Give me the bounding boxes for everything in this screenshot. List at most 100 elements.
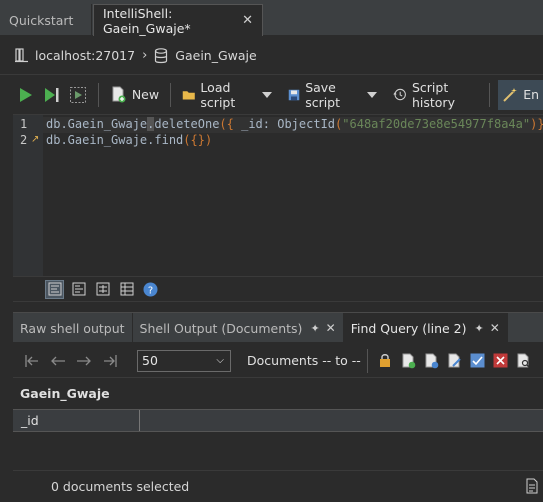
clone-document-button[interactable]	[420, 350, 443, 372]
help-button[interactable]: ?	[141, 280, 160, 299]
run-button[interactable]	[14, 81, 36, 109]
close-tab-icon[interactable]: ✕	[490, 321, 500, 335]
tab-label: Quickstart	[9, 12, 74, 28]
play-icon	[20, 87, 32, 102]
script-history-label: Script history	[411, 79, 455, 110]
run-selection-button[interactable]	[66, 81, 90, 109]
add-document-button[interactable]	[397, 350, 420, 372]
code-view-icon	[48, 282, 61, 296]
tab-label: Find Query (line 2)	[350, 320, 467, 336]
code-line-2: db.Gaein_Gwaje.find({})	[46, 133, 212, 147]
document-view-icon	[72, 282, 85, 296]
document-range: Documents -- to --	[247, 353, 361, 368]
enterprise-label: En	[523, 87, 540, 102]
history-icon	[393, 88, 407, 101]
delete-document-button[interactable]	[489, 350, 512, 372]
view-mode-button[interactable]	[45, 279, 64, 299]
chevron-down-icon: ⌵	[216, 355, 224, 366]
output-tab-bar: Raw shell output Shell Output (Documents…	[13, 312, 543, 343]
tab-raw-shell-output[interactable]: Raw shell output	[13, 313, 133, 343]
next-page-button[interactable]	[71, 350, 97, 372]
last-page-icon	[104, 354, 117, 367]
table-view-icon	[120, 282, 133, 296]
folder-icon	[182, 90, 195, 100]
lock-icon	[380, 354, 391, 367]
line-number: 1	[20, 117, 28, 131]
results-grid-body[interactable]	[13, 432, 543, 470]
new-label: New	[131, 87, 160, 102]
code-line-1: db.Gaein_Gwaje.deleteOne({ _id: ObjectId…	[46, 117, 543, 131]
page-size-select[interactable]: 50 ⌵	[137, 349, 231, 372]
breadcrumb: localhost:27017 › Gaein_Gwaje	[0, 37, 543, 75]
toolbar-divider	[366, 348, 368, 373]
selection-play-icon	[70, 86, 86, 103]
column-header-id[interactable]: _id	[13, 410, 140, 431]
pin-icon[interactable]: ✦	[475, 322, 484, 335]
delete-icon	[493, 353, 508, 368]
first-page-icon	[25, 354, 38, 367]
last-page-button[interactable]	[97, 350, 123, 372]
view-mode-button[interactable]	[117, 280, 136, 299]
editor-tab-bar: Quickstart IntelliShell: Gaein_Gwaje* ✕	[0, 0, 543, 36]
results-grid-header: _id	[13, 409, 543, 432]
chevron-right-icon: ›	[142, 48, 148, 63]
code-punctuation: )})	[530, 117, 543, 131]
script-history-button[interactable]: Script history	[390, 79, 481, 110]
code-collection: db.Gaein_Gwaje	[46, 117, 148, 131]
save-script-label: Save script	[305, 79, 341, 110]
svg-text:?: ?	[148, 285, 153, 296]
load-script-label: Load script	[200, 79, 236, 110]
previous-page-button[interactable]	[45, 350, 71, 372]
editor-view-toolbar: ?	[13, 276, 543, 302]
server-icon	[14, 48, 29, 63]
status-bar: 0 documents selected	[13, 470, 543, 502]
code-string: "648af20de73e8e54977f8a4a"	[342, 117, 531, 131]
code-collection: db.Gaein_Gwaje.find	[46, 133, 184, 147]
clone-document-icon	[425, 353, 439, 368]
view-mode-button[interactable]	[69, 280, 88, 299]
toolbar-divider	[98, 82, 99, 107]
chevron-down-icon[interactable]	[367, 91, 378, 98]
run-statement-button[interactable]	[40, 81, 64, 109]
breadcrumb-server[interactable]: localhost:27017	[35, 48, 135, 63]
line-number: 2	[20, 133, 28, 147]
breadcrumb-database[interactable]: Gaein_Gwaje	[175, 48, 256, 63]
script-toolbar: New Load script Save script Script histo…	[0, 76, 543, 113]
tab-intellishell[interactable]: IntelliShell: Gaein_Gwaje* ✕	[93, 4, 263, 36]
chevron-down-icon[interactable]	[262, 91, 273, 98]
tab-label: Raw shell output	[20, 320, 125, 336]
collection-title: Gaein_Gwaje	[20, 386, 110, 401]
query-document-button[interactable]	[512, 350, 535, 372]
tab-find-query[interactable]: Find Query (line 2) ✦ ✕	[343, 313, 508, 343]
tab-label: IntelliShell: Gaein_Gwaje*	[103, 5, 191, 36]
edit-document-button[interactable]	[443, 350, 466, 372]
new-script-button[interactable]: New	[107, 81, 162, 109]
code-method: deleteOne	[154, 117, 220, 131]
toolbar-divider	[170, 82, 171, 107]
close-tab-icon[interactable]: ✕	[242, 13, 253, 28]
edit-document-icon	[448, 353, 461, 367]
first-page-button[interactable]	[19, 350, 45, 372]
lock-button[interactable]	[374, 350, 397, 372]
view-mode-button[interactable]	[93, 280, 112, 299]
document-icon	[526, 478, 538, 494]
load-script-button[interactable]: Load script	[179, 79, 275, 110]
tab-shell-output-documents[interactable]: Shell Output (Documents) ✦ ✕	[133, 313, 344, 343]
document-view-button[interactable]	[525, 478, 539, 497]
tab-quickstart[interactable]: Quickstart	[0, 4, 92, 36]
arrow-right-icon	[77, 356, 91, 365]
apply-button[interactable]	[466, 350, 489, 372]
pin-icon[interactable]: ✦	[310, 322, 319, 335]
code-punctuation: ({})	[183, 133, 213, 147]
warning-icon: ↗	[31, 134, 40, 145]
close-tab-icon[interactable]: ✕	[326, 321, 336, 335]
help-icon: ?	[143, 282, 158, 296]
search-document-icon	[517, 353, 530, 367]
page-size-value: 50	[142, 353, 158, 368]
code-editor[interactable]: 1 2 ↗ db.Gaein_Gwaje.deleteOne({ _id: Ob…	[13, 114, 543, 276]
step-play-icon	[45, 87, 59, 102]
tab-label: Shell Output (Documents)	[139, 320, 303, 336]
toolbar-divider	[489, 82, 491, 107]
save-script-button[interactable]: Save script	[285, 79, 380, 110]
enterprise-button[interactable]: En	[498, 79, 543, 110]
